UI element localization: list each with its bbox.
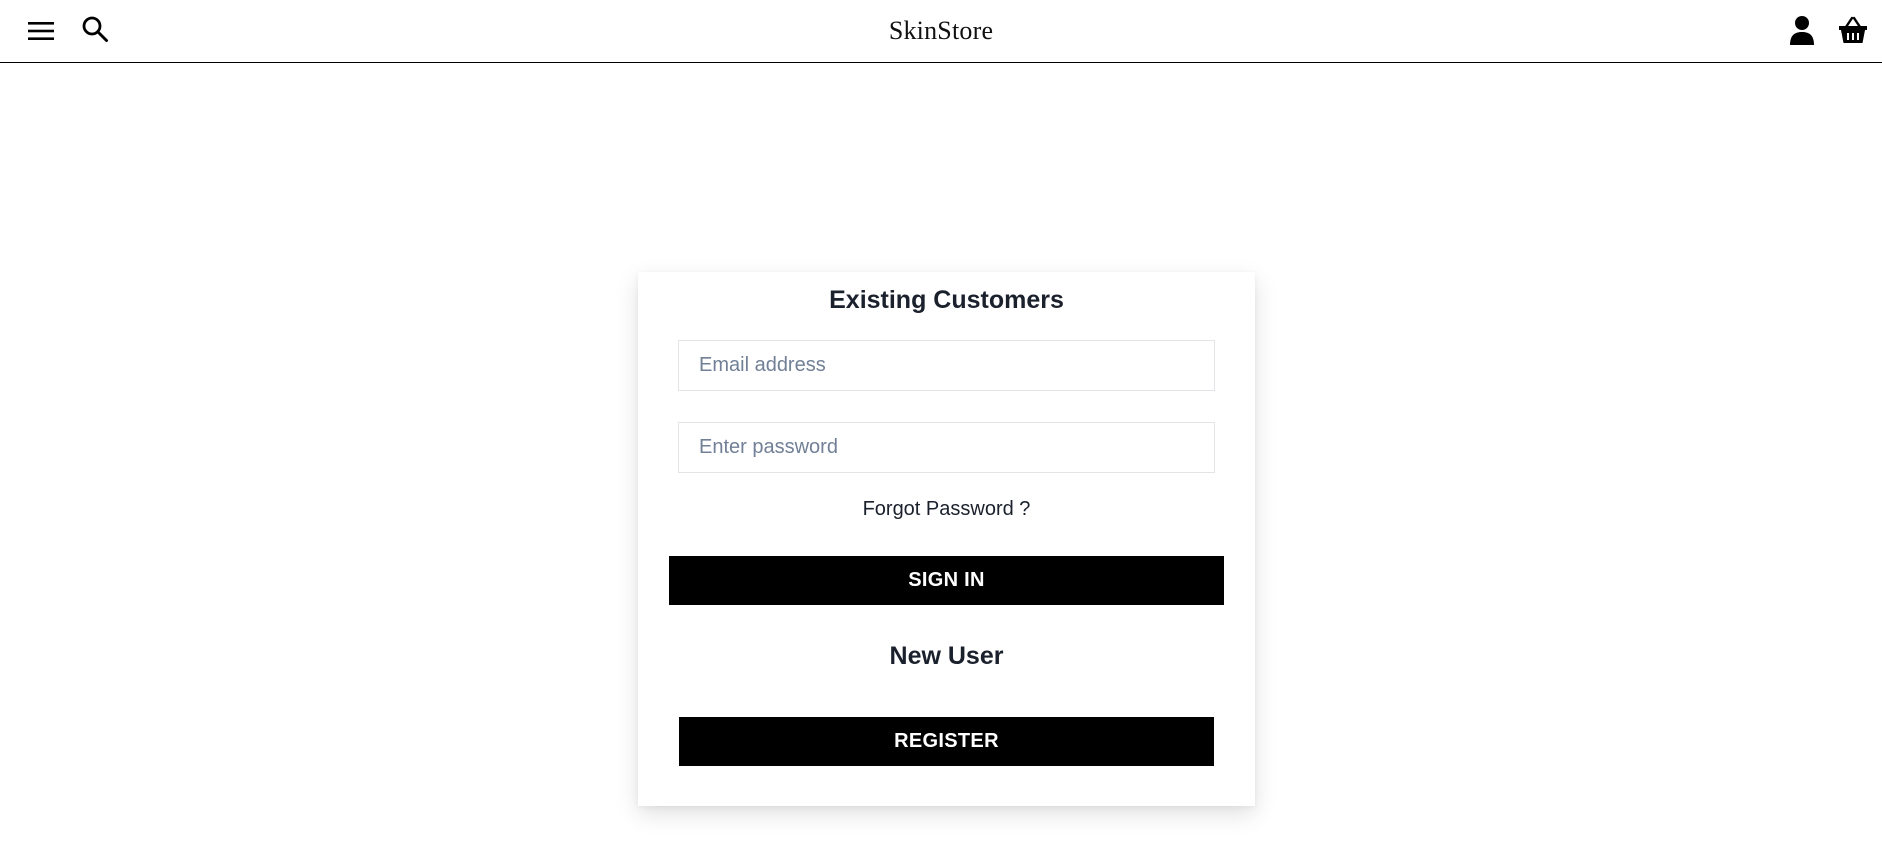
- email-field[interactable]: [678, 340, 1215, 391]
- shopping-basket-icon: [1839, 16, 1867, 43]
- sign-in-button[interactable]: SIGN IN: [669, 556, 1224, 605]
- site-header: SkinStore: [0, 0, 1882, 63]
- cart-button[interactable]: [1836, 12, 1870, 48]
- password-field[interactable]: [678, 422, 1215, 473]
- forgot-password-link[interactable]: Forgot Password ?: [638, 498, 1255, 521]
- site-logo[interactable]: SkinStore: [0, 16, 1882, 46]
- login-card: Existing Customers Forgot Password ? SIG…: [638, 272, 1255, 806]
- account-button[interactable]: [1786, 12, 1818, 48]
- existing-customers-heading: Existing Customers: [829, 286, 1064, 314]
- register-button[interactable]: REGISTER: [679, 717, 1214, 766]
- user-icon: [1790, 16, 1814, 45]
- new-user-heading: New User: [889, 642, 1004, 670]
